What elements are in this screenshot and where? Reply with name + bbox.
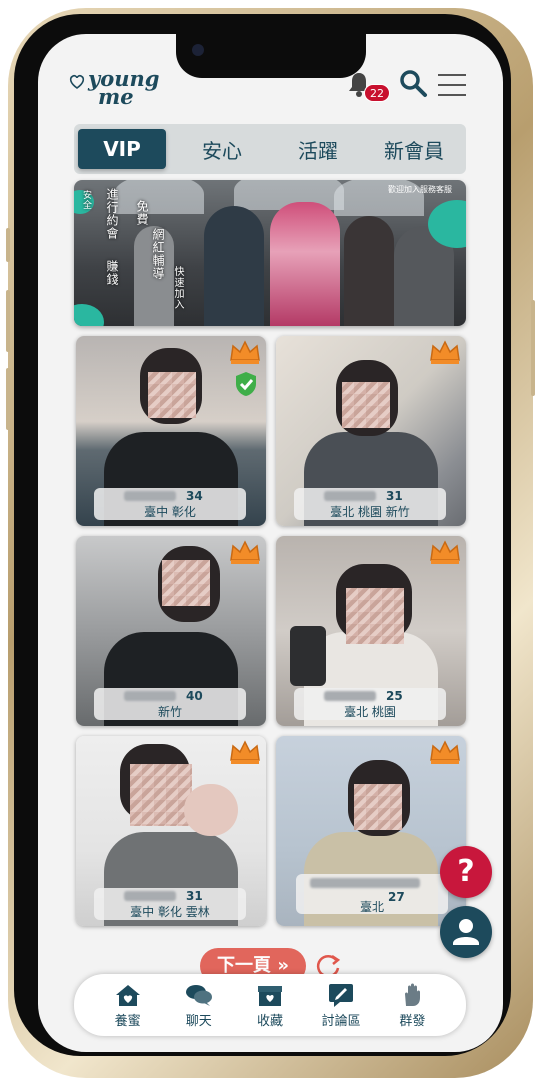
banner-figure (204, 206, 264, 326)
vip-crown-icon (230, 540, 260, 564)
nav-item-favorites[interactable]: 收藏 (240, 982, 300, 1029)
banner-figure (344, 216, 394, 326)
blurred-nickname (324, 691, 376, 701)
blurred-nickname (324, 491, 376, 501)
profile-age: 25 (386, 689, 403, 703)
broadcast-hand-icon (405, 983, 421, 1006)
vip-crown-icon (430, 740, 460, 764)
profile-age: 40 (186, 689, 203, 703)
banner-text-date: 進行約會 (105, 188, 119, 240)
blurred-nickname (310, 878, 420, 888)
profile-location: 臺中 彰化 雲林 (130, 905, 210, 919)
banner-figure-kimono (270, 202, 340, 326)
nav-label: 養蜜 (114, 1013, 141, 1029)
profile-card[interactable]: 40 新竹 (76, 536, 266, 726)
tab-vip[interactable]: VIP (78, 129, 166, 169)
help-button[interactable]: ? (440, 846, 492, 898)
pixelated-face (354, 784, 402, 830)
profile-info: 27 臺北 (296, 874, 448, 914)
profile-info: 31 臺北 桃園 新竹 (294, 488, 446, 520)
logo-mark-icon (69, 74, 85, 89)
logo-text-me: me (98, 84, 134, 109)
home-heart-icon (115, 984, 140, 1006)
verified-check-icon (236, 372, 256, 396)
banner-text-small: 安全 (81, 190, 91, 210)
forum-icon (329, 983, 354, 1007)
profile-card[interactable]: 25 臺北 桃園 (276, 536, 466, 726)
profile-location: 臺中 彰化 (144, 505, 196, 519)
tab-active[interactable]: 活躍 (270, 129, 366, 169)
blurred-nickname (124, 691, 176, 701)
nav-label: 收藏 (256, 1013, 283, 1029)
profile-card[interactable]: 27 臺北 (276, 736, 466, 926)
pixelated-face (130, 764, 192, 826)
vip-crown-icon (230, 340, 260, 364)
nav-label: 討論區 (321, 1013, 361, 1029)
promo-banner[interactable]: 安全 進行約會 賺錢 免費 網紅輔導 快速加入 歡迎加入服務客服 (74, 180, 466, 326)
category-tabs: VIP 安心 活躍 新會員 (74, 124, 466, 174)
profile-age: 31 (186, 889, 203, 903)
notification-badge: 22 (364, 84, 390, 102)
vip-crown-icon (430, 540, 460, 564)
vip-crown-icon (430, 340, 460, 364)
nav-label: 聊天 (185, 1013, 212, 1029)
nav-item-forum[interactable]: 討論區 (311, 982, 371, 1029)
banner-text-join: 快速加入 (172, 266, 183, 310)
nav-item-broadcast[interactable]: 群發 (382, 982, 442, 1029)
profile-age: 31 (386, 489, 403, 503)
app-logo[interactable]: young me (68, 66, 159, 109)
bottom-navigation: 養蜜 聊天 收藏 討論區 群發 (74, 974, 466, 1036)
profile-info: 40 新竹 (94, 688, 246, 720)
profile-info: 34 臺中 彰化 (94, 488, 246, 520)
power-button (531, 300, 535, 396)
pixelated-face (162, 560, 210, 606)
blurred-nickname (124, 491, 176, 501)
hamburger-menu-icon[interactable] (438, 74, 466, 96)
profile-info: 31 臺中 彰化 雲林 (94, 888, 246, 920)
tab-new-members[interactable]: 新會員 (366, 129, 462, 169)
mute-switch (6, 228, 10, 262)
volume-up-button (6, 290, 10, 352)
banner-decor (74, 304, 104, 326)
nav-item-chat[interactable]: 聊天 (169, 982, 229, 1029)
banner-text-free: 免費 (135, 200, 149, 226)
nav-item-home[interactable]: 養蜜 (98, 982, 158, 1029)
pixelated-face (342, 382, 390, 428)
profile-location: 臺北 (359, 900, 384, 914)
user-icon (453, 919, 479, 945)
profile-location: 臺北 桃園 新竹 (330, 505, 410, 519)
banner-umbrella (114, 180, 204, 214)
banner-text-earn: 賺錢 (105, 260, 119, 286)
nav-label: 群發 (399, 1013, 426, 1029)
blurred-nickname (124, 891, 176, 901)
profile-card[interactable]: 31 臺北 桃園 新竹 (276, 336, 466, 526)
profile-card[interactable]: 31 臺中 彰化 雲林 (76, 736, 266, 926)
smartphone-in-photo (290, 626, 326, 686)
hand-in-photo (184, 784, 238, 836)
pixelated-face (346, 588, 404, 644)
banner-service-text: 歡迎加入服務客服 (388, 185, 452, 194)
profile-card[interactable]: 34 臺中 彰化 (76, 336, 266, 526)
volume-down-button (6, 368, 10, 430)
vip-crown-icon (230, 740, 260, 764)
search-icon[interactable] (398, 68, 428, 98)
pixelated-face (148, 372, 196, 418)
app-screen: young me 22 VIP 安心 活躍 新會員 安全 進行約會 賺錢 免費 (38, 34, 503, 1052)
user-profile-button[interactable] (440, 906, 492, 958)
profile-location: 臺北 桃園 (344, 705, 396, 719)
chat-icon (185, 984, 212, 1006)
phone-notch (176, 34, 366, 78)
front-camera (192, 44, 204, 56)
favorites-box-icon (257, 985, 282, 1006)
profile-age: 34 (186, 489, 203, 503)
tab-safe[interactable]: 安心 (174, 129, 270, 169)
banner-text-coaching: 網紅輔導 (151, 228, 165, 280)
profile-info: 25 臺北 桃園 (294, 688, 446, 720)
profile-location: 新竹 (157, 705, 182, 719)
